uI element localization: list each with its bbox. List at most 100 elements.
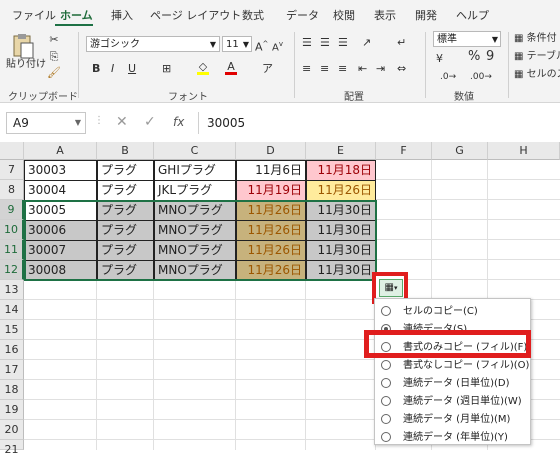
name-box-value: A9: [13, 116, 29, 130]
format-painter-icon[interactable]: 🖌: [47, 66, 61, 80]
currency-icon[interactable]: ¥: [436, 52, 443, 66]
column-header-h[interactable]: H: [488, 142, 560, 160]
cut-icon[interactable]: ✂: [47, 33, 61, 47]
fill-color-icon[interactable]: ◇: [197, 60, 209, 75]
autofill-options-button[interactable]: ▦▾: [379, 279, 403, 297]
autofill-option-fill-without-formatting[interactable]: 書式なしコピー (フィル)(O): [381, 357, 530, 375]
grid-lines: [376, 160, 560, 280]
menu-home[interactable]: ホーム: [60, 7, 93, 23]
cancel-icon[interactable]: ✕: [116, 114, 128, 130]
column-header-c[interactable]: C: [154, 142, 236, 160]
row-header[interactable]: 18: [0, 380, 24, 400]
number-format-combo[interactable]: 標準 ▼: [433, 31, 501, 47]
decrease-decimal-icon[interactable]: .00→: [470, 70, 492, 84]
paste-button[interactable]: [10, 32, 36, 60]
menu-formulas[interactable]: 数式: [242, 7, 264, 23]
row-header[interactable]: 16: [0, 340, 24, 360]
menu-review[interactable]: 校閲: [333, 7, 355, 23]
font-name-combo[interactable]: 游ゴシック ▼: [86, 36, 220, 52]
option-label: 書式なしコピー (フィル)(O): [403, 360, 530, 371]
decrease-indent-icon[interactable]: ⇤: [358, 62, 367, 76]
column-header-d[interactable]: D: [236, 142, 306, 160]
select-all-corner[interactable]: [0, 142, 24, 160]
cell-a8[interactable]: 30004: [24, 180, 97, 201]
column-header-b[interactable]: B: [97, 142, 154, 160]
row-header[interactable]: 12: [0, 260, 24, 280]
conditional-formatting-button[interactable]: ▦ 条件付: [514, 32, 557, 46]
wrap-text-icon[interactable]: ↵: [397, 36, 406, 50]
conditional-label: 条件付: [526, 33, 557, 44]
autofill-option-copy-cells[interactable]: セルのコピー(C): [381, 303, 527, 321]
row-header[interactable]: 9: [0, 200, 24, 220]
comma-icon[interactable]: 9: [486, 50, 494, 64]
cell-c8[interactable]: JKLプラグ: [154, 180, 236, 201]
font-color-icon[interactable]: A: [225, 60, 237, 75]
paste-label[interactable]: 貼り付け: [6, 58, 46, 72]
font-name-value: 游ゴシック: [90, 39, 140, 50]
column-header-f[interactable]: F: [376, 142, 432, 160]
column-header-e[interactable]: E: [306, 142, 376, 160]
align-right-icon[interactable]: ≡: [338, 62, 347, 76]
underline-icon[interactable]: U: [128, 62, 136, 76]
menu-developer[interactable]: 開発: [415, 7, 437, 23]
cell-e7[interactable]: 11月18日: [306, 160, 376, 181]
phonetic-icon[interactable]: ア: [262, 62, 273, 76]
italic-icon[interactable]: I: [111, 62, 114, 76]
row-header[interactable]: 19: [0, 400, 24, 420]
autofill-option-fill-weekdays[interactable]: 連続データ (週日単位)(W): [381, 393, 527, 411]
autofill-option-fill-years[interactable]: 連続データ (年単位)(Y): [381, 429, 527, 447]
row-header[interactable]: 17: [0, 360, 24, 380]
ribbon-separator: [294, 32, 295, 98]
menu-help[interactable]: ヘルプ: [456, 7, 489, 23]
decrease-font-icon[interactable]: Av: [272, 37, 283, 55]
borders-icon[interactable]: ⊞: [162, 62, 171, 76]
menu-insert[interactable]: 挿入: [111, 7, 133, 23]
row-header[interactable]: 15: [0, 320, 24, 340]
menu-view[interactable]: 表示: [374, 7, 396, 23]
column-header-g[interactable]: G: [432, 142, 488, 160]
row-header[interactable]: 13: [0, 280, 24, 300]
copy-icon[interactable]: ⎘: [47, 50, 61, 64]
row-header[interactable]: 14: [0, 300, 24, 320]
cell-b8[interactable]: プラグ: [97, 180, 154, 201]
format-as-table-button[interactable]: ▦ テーブル: [514, 50, 560, 64]
row-header[interactable]: 10: [0, 220, 24, 240]
row-header[interactable]: 21: [0, 440, 24, 456]
cell-c7[interactable]: GHIプラグ: [154, 160, 236, 181]
autofill-option-fill-months[interactable]: 連続データ (月単位)(M): [381, 411, 527, 429]
bold-icon[interactable]: B: [92, 62, 100, 76]
menu-data[interactable]: データ: [286, 7, 319, 23]
cell-e8[interactable]: 11月26日: [306, 180, 376, 201]
merge-center-icon[interactable]: ⇔: [397, 62, 406, 76]
align-left-icon[interactable]: ≡: [302, 62, 311, 76]
row-header[interactable]: 20: [0, 420, 24, 440]
increase-indent-icon[interactable]: ⇥: [376, 62, 385, 76]
align-center-icon[interactable]: ≡: [320, 62, 329, 76]
percent-icon[interactable]: %: [468, 50, 480, 64]
menu-page-layout[interactable]: ページ レイアウト: [150, 7, 241, 23]
align-top-icon[interactable]: ☰: [302, 36, 312, 50]
formula-input[interactable]: 30005: [198, 112, 560, 134]
name-box[interactable]: A9 ▼: [6, 112, 86, 134]
orientation-icon[interactable]: ↗: [362, 36, 371, 50]
row-header[interactable]: 8: [0, 180, 24, 200]
align-bottom-icon[interactable]: ☰: [338, 36, 348, 50]
increase-font-icon[interactable]: A^: [255, 37, 268, 55]
menu-file[interactable]: ファイル: [12, 7, 56, 23]
cell-a7[interactable]: 30003: [24, 160, 97, 181]
insert-function-icon[interactable]: fx: [173, 115, 184, 129]
ribbon-separator: [78, 32, 79, 98]
enter-icon[interactable]: ✓: [144, 114, 156, 130]
column-header-a[interactable]: A: [24, 142, 97, 160]
row-header[interactable]: 7: [0, 160, 24, 180]
align-middle-icon[interactable]: ☰: [320, 36, 330, 50]
cell-styles-button[interactable]: ▦ セルのス: [514, 68, 560, 82]
radio-icon: [381, 360, 391, 370]
cell-b7[interactable]: プラグ: [97, 160, 154, 181]
font-size-combo[interactable]: 11 ▼: [222, 36, 252, 52]
cell-d8[interactable]: 11月19日: [236, 180, 306, 201]
row-header[interactable]: 11: [0, 240, 24, 260]
autofill-option-fill-days[interactable]: 連続データ (日単位)(D): [381, 375, 527, 393]
cell-d7[interactable]: 11月6日: [236, 160, 306, 181]
increase-decimal-icon[interactable]: .0→: [440, 70, 456, 84]
